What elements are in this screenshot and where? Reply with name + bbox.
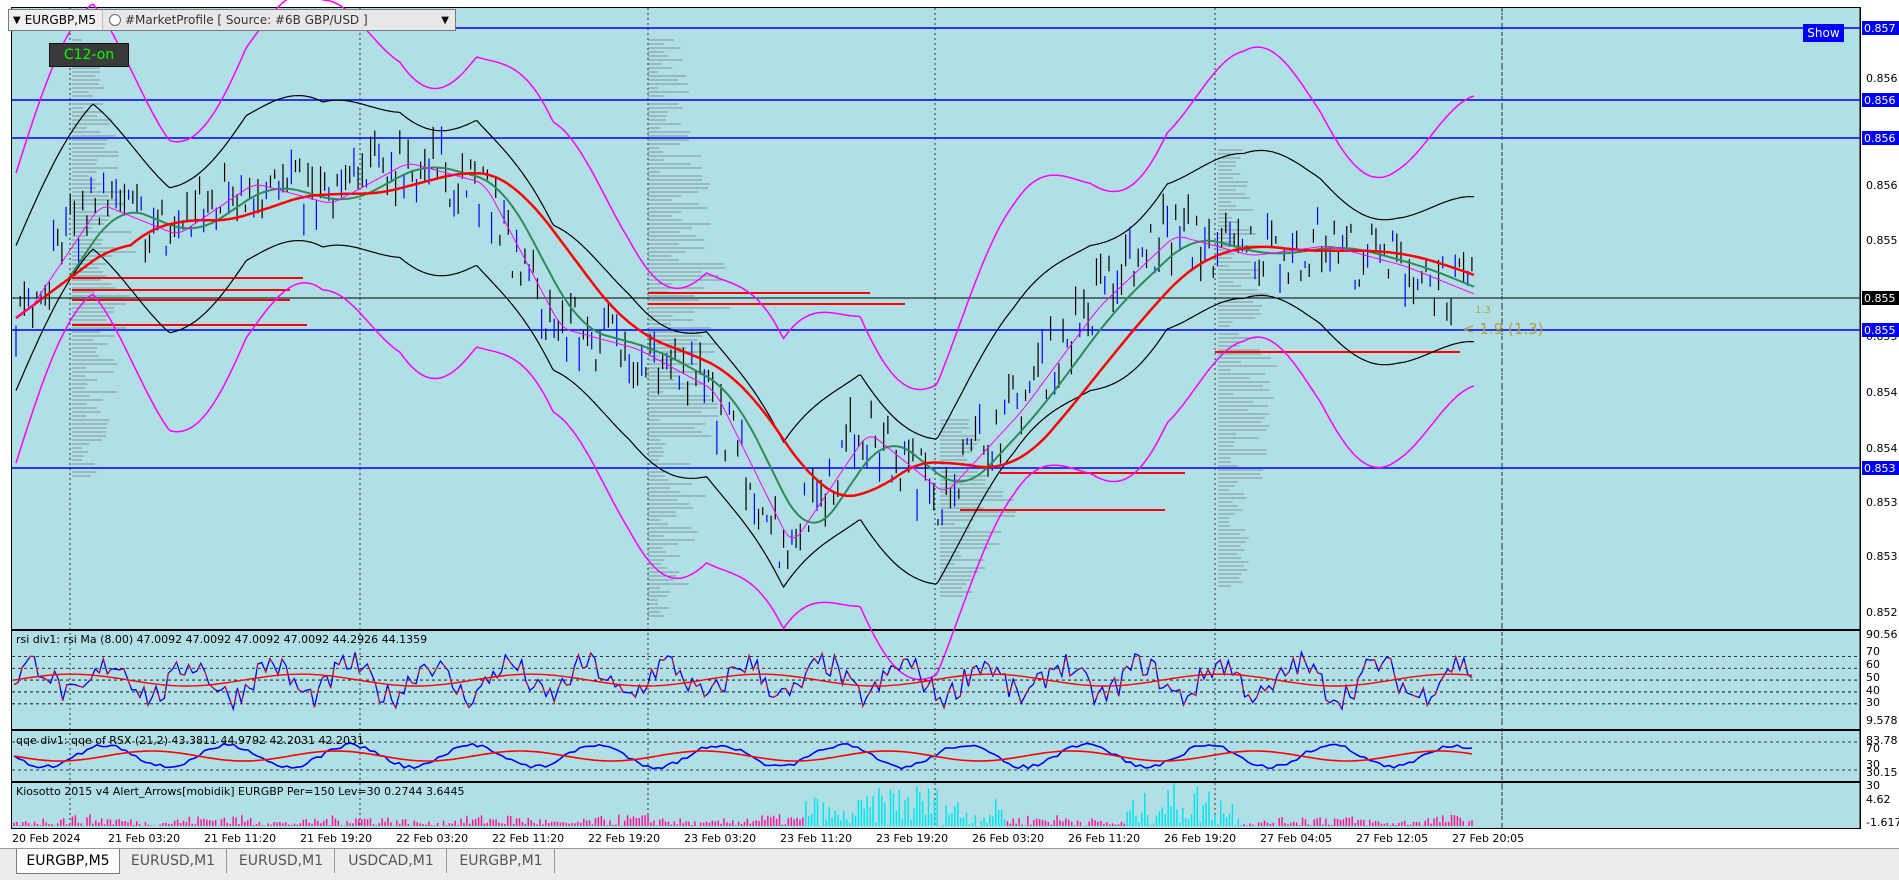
c12-toggle-button[interactable]: C12-on (49, 43, 129, 67)
qqe-axis-label: 70 (1866, 742, 1880, 755)
chart-tabs-bar: EURGBP,M5 EURUSD,M1 EURUSD,M1 USDCAD,M1 … (0, 849, 1899, 880)
chart-symbol-title: EURGBP,M5 (24, 13, 96, 27)
price-marker-label: 0.857 (1864, 22, 1896, 35)
tab-eurusd-m1-2[interactable]: EURUSD,M1 (228, 849, 335, 873)
time-axis-label: 23 Feb 03:20 (684, 832, 756, 845)
price-axis-label: 0.853 (1866, 550, 1898, 563)
price-axis-label: 0.856 (1866, 179, 1898, 192)
time-axis-label: 23 Feb 19:20 (876, 832, 948, 845)
time-axis-label: 23 Feb 11:20 (780, 832, 852, 845)
price-axis-label: 0.852 (1866, 606, 1898, 619)
rsi-ma-line (13, 673, 1473, 687)
tab-eurgbp-m5[interactable]: EURGBP,M5 (16, 849, 120, 874)
price-marker-label: 0.856 (1864, 94, 1896, 107)
qqe-axis-label: 30.15 (1866, 766, 1898, 779)
time-axis-label: 27 Feb 04:05 (1260, 832, 1332, 845)
rsi-line (13, 649, 1473, 712)
rsi-axis-label: 9.578 (1866, 714, 1898, 727)
price-marker-label: 0.855 (1864, 292, 1896, 305)
gear-icon (108, 14, 121, 26)
indicator-selector[interactable]: #MarketProfile [ Source: #6B GBP/USD ] ▼ (101, 10, 455, 30)
rsi-indicator-label: rsi div1: rsi Ma (8.00) 47.0092 47.0092 … (16, 633, 428, 646)
qqe-slow-line (13, 750, 1473, 762)
price-axis-label: 0.854 (1866, 386, 1898, 399)
moving-average-slow (15, 171, 1475, 498)
rsi-axis-label: 60 (1866, 658, 1880, 671)
tab-eurusd-m1-1[interactable]: EURUSD,M1 (120, 849, 227, 873)
price-annotation-small: 1.3 (1475, 305, 1491, 316)
price-axis-label: 0.856 (1866, 72, 1898, 85)
rsi-axis-label: 30 (1866, 696, 1880, 709)
time-axis-label: 27 Feb 20:05 (1452, 832, 1524, 845)
time-axis-label: 27 Feb 12:05 (1356, 832, 1428, 845)
price-annotation: < 1.9 (1.3) (1462, 320, 1544, 338)
caret-down-icon: ▼ (13, 14, 21, 26)
show-button[interactable]: Show (1803, 24, 1844, 42)
chart-title-bar[interactable]: ▼ EURGBP,M5 #MarketProfile [ Source: #6B… (8, 9, 456, 31)
price-axis-label: 0.854 (1866, 442, 1898, 455)
time-axis-label: 22 Feb 11:20 (492, 832, 564, 845)
kiosotto-indicator-label: Kiosotto 2015 v4 Alert_Arrows[mobidik] E… (16, 785, 465, 798)
moving-average-mid (15, 166, 1475, 524)
kiosotto-axis-label: 30 (1866, 779, 1880, 792)
time-axis-label: 20 Feb 2024 (12, 832, 80, 845)
time-axis-label: 22 Feb 19:20 (588, 832, 660, 845)
time-axis-label: 21 Feb 19:20 (300, 832, 372, 845)
rsi-axis-label: 50 (1866, 671, 1880, 684)
price-marker-label: 0.856 (1864, 132, 1896, 145)
kiosotto-axis-label: -1.617 (1866, 816, 1899, 829)
time-axis-label: 22 Feb 03:20 (396, 832, 468, 845)
chart-window[interactable]: < 1.9 (1.3) 1.3 0.857 0.856 0.856 0.856 0.855 0… (0, 0, 1899, 849)
trading-platform: < 1.9 (1.3) 1.3 0.857 0.856 0.856 0.856 0.855 0… (0, 0, 1899, 880)
rsi-axis-label: 70 (1866, 645, 1880, 658)
outer-band-lower (15, 282, 1475, 681)
price-marker-label: 0.853 (1864, 462, 1896, 475)
outer-band-upper (15, 0, 1475, 391)
price-axis-label: 0.855 (1866, 234, 1898, 247)
time-axis-label: 26 Feb 19:20 (1164, 832, 1236, 845)
indicator-title: #MarketProfile [ Source: #6B GBP/USD ] (124, 13, 368, 27)
tab-eurgbp-m1[interactable]: EURGBP,M1 (448, 849, 555, 873)
symbol-selector[interactable]: ▼ EURGBP,M5 (9, 13, 102, 27)
price-marker-label: 0.855 (1864, 324, 1896, 337)
time-axis-label: 26 Feb 03:20 (972, 832, 1044, 845)
tab-usdcad-m1[interactable]: USDCAD,M1 (336, 849, 447, 873)
chart-canvas[interactable]: < 1.9 (1.3) 1.3 0.857 0.856 0.856 0.856 0.855 0… (0, 0, 1899, 848)
time-axis-label: 21 Feb 11:20 (204, 832, 276, 845)
kiosotto-axis-label: 4.62 (1866, 793, 1891, 806)
rsi-line-negative (13, 650, 1473, 712)
rsi-axis-label: 90.56 (1866, 628, 1898, 641)
dropdown-arrow-icon[interactable]: ▼ (441, 15, 449, 26)
time-axis-label: 21 Feb 03:20 (108, 832, 180, 845)
qqe-indicator-label: qqe div1: qqe of RSX (21,2) 43.3811 44.9… (16, 734, 364, 747)
price-axis-label: 0.853 (1866, 496, 1898, 509)
time-axis-label: 26 Feb 11:20 (1068, 832, 1140, 845)
